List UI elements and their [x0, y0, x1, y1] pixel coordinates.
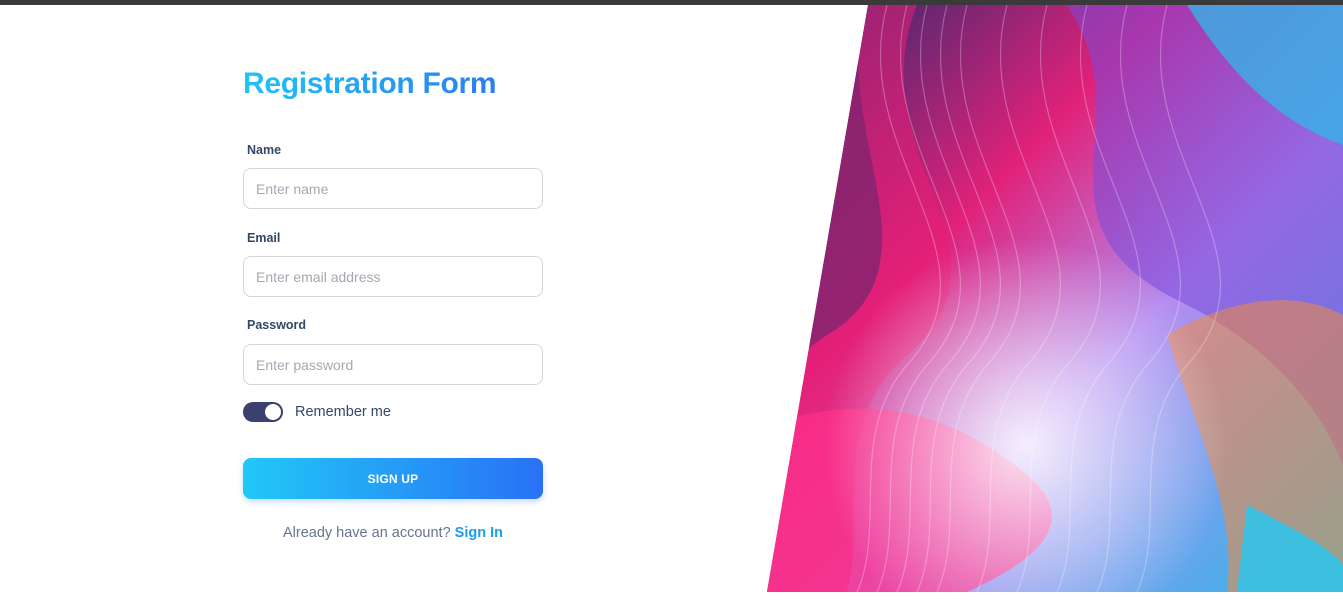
remember-me-label: Remember me — [295, 404, 391, 420]
sign-up-button[interactable]: SIGN UP — [243, 458, 543, 499]
email-input[interactable] — [243, 256, 543, 297]
page-title: Registration Form — [243, 67, 497, 100]
name-input[interactable] — [243, 168, 543, 209]
registration-page: Registration Form Name Email Password Re… — [0, 5, 1343, 606]
remember-me-toggle[interactable] — [243, 402, 283, 422]
account-question-text: Already have an account? — [282, 525, 451, 541]
email-label: Email — [247, 231, 281, 245]
password-input[interactable] — [243, 344, 543, 385]
sign-in-link[interactable]: Sign In — [455, 525, 503, 541]
abstract-swirl-artwork — [767, 5, 1343, 592]
swirl-image — [767, 5, 1343, 592]
password-label: Password — [247, 318, 307, 332]
toggle-knob — [265, 404, 281, 420]
name-label: Name — [247, 143, 282, 157]
sign-in-prompt: Already have an account? Sign In — [243, 525, 543, 541]
